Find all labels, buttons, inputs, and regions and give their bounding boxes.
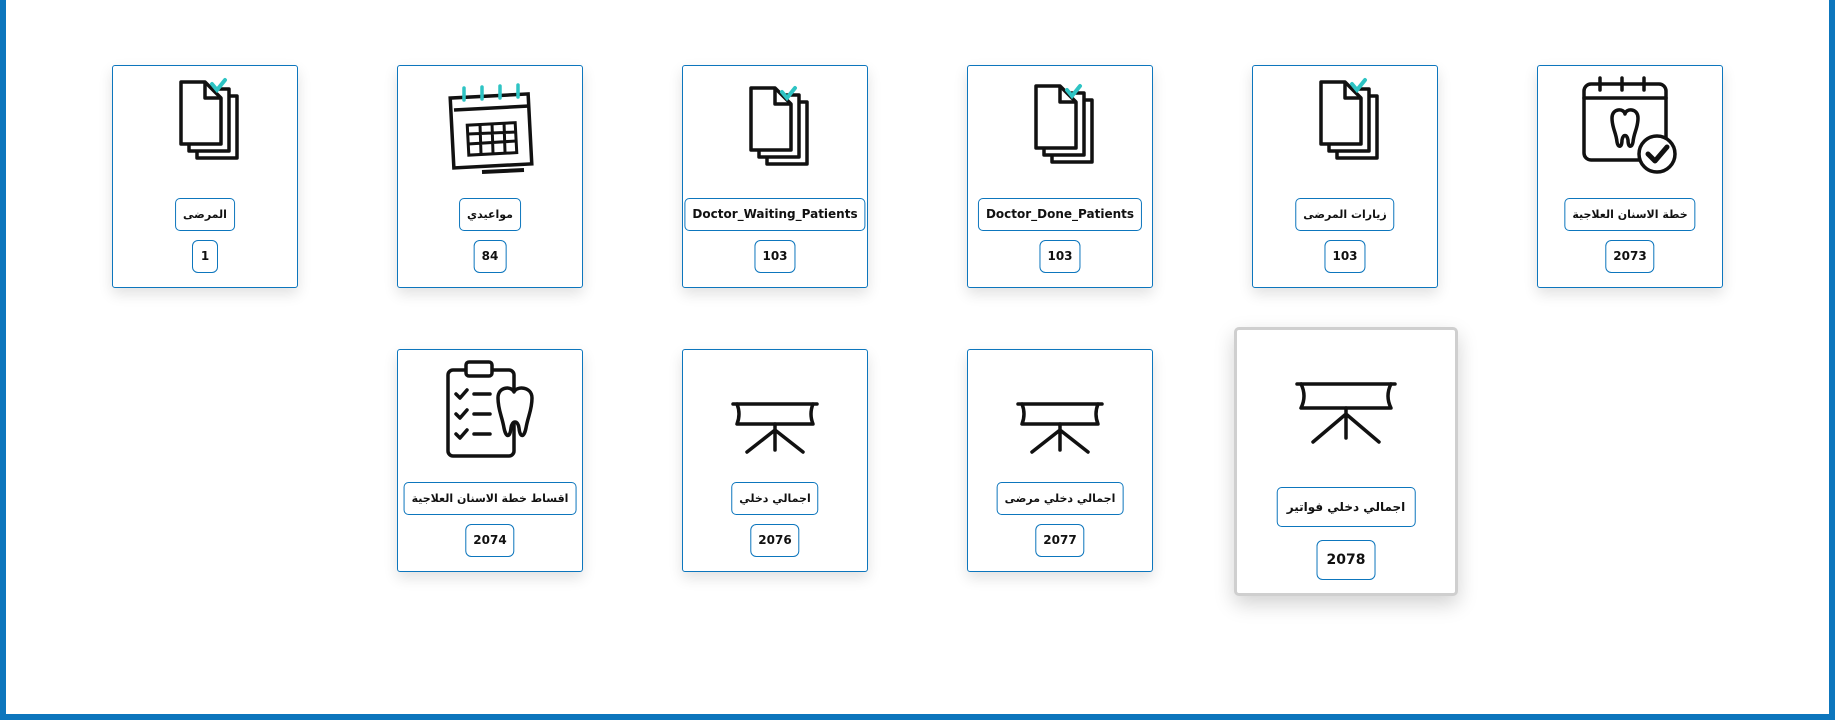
card-my-appointments[interactable]: مواعيدي 84 <box>397 65 583 288</box>
card-my-income-patients[interactable]: اجمالي دخلي مرضى 2077 <box>967 349 1153 572</box>
presentation-board-icon <box>1295 382 1397 444</box>
card-label: اقساط خطة الاسنان العلاجية <box>403 482 577 515</box>
card-doctor-waiting-patients[interactable]: Doctor_Waiting_Patients 103 <box>682 65 868 288</box>
documents-check-icon <box>1319 78 1379 160</box>
card-count: 103 <box>1039 240 1081 273</box>
card-my-income-invoices[interactable]: اجمالي دخلي فواتير 2078 <box>1234 327 1458 596</box>
card-label: المرضى <box>175 198 235 231</box>
card-count: 2076 <box>750 524 800 557</box>
card-label: Doctor_Waiting_Patients <box>684 198 866 231</box>
calendar-icon <box>448 83 534 174</box>
presentation-board-icon <box>1016 402 1104 454</box>
card-count: 103 <box>1324 240 1366 273</box>
dental-clipboard-icon <box>446 360 534 458</box>
documents-check-icon <box>749 86 809 166</box>
card-label: زيارات المرضى <box>1295 198 1395 231</box>
card-count: 2073 <box>1605 240 1655 273</box>
card-label: اجمالي دخلي مرضى <box>996 482 1124 515</box>
card-count: 2074 <box>465 524 515 557</box>
dental-calendar-icon <box>1582 76 1677 174</box>
card-dental-treatment-plan[interactable]: خطة الاسنان العلاجية 2073 <box>1537 65 1723 288</box>
card-count: 84 <box>473 240 507 273</box>
card-label: خطة الاسنان العلاجية <box>1564 198 1696 231</box>
card-label: اجمالي دخلي فواتير <box>1276 487 1416 527</box>
documents-check-icon <box>1034 84 1094 164</box>
presentation-board-icon <box>731 402 819 454</box>
documents-check-icon <box>179 78 239 160</box>
card-count: 103 <box>754 240 796 273</box>
card-label: اجمالي دخلي <box>731 482 819 515</box>
card-label: Doctor_Done_Patients <box>977 198 1143 231</box>
card-doctor-done-patients[interactable]: Doctor_Done_Patients 103 <box>967 65 1153 288</box>
card-dental-plan-installments[interactable]: اقساط خطة الاسنان العلاجية 2074 <box>397 349 583 572</box>
card-count: 2078 <box>1316 540 1376 580</box>
card-label: مواعيدي <box>459 198 521 231</box>
card-count: 2077 <box>1035 524 1085 557</box>
card-count: 1 <box>192 240 218 273</box>
card-patient-visits[interactable]: زيارات المرضى 103 <box>1252 65 1438 288</box>
card-patients[interactable]: المرضى 1 <box>112 65 298 288</box>
card-my-income[interactable]: اجمالي دخلي 2076 <box>682 349 868 572</box>
